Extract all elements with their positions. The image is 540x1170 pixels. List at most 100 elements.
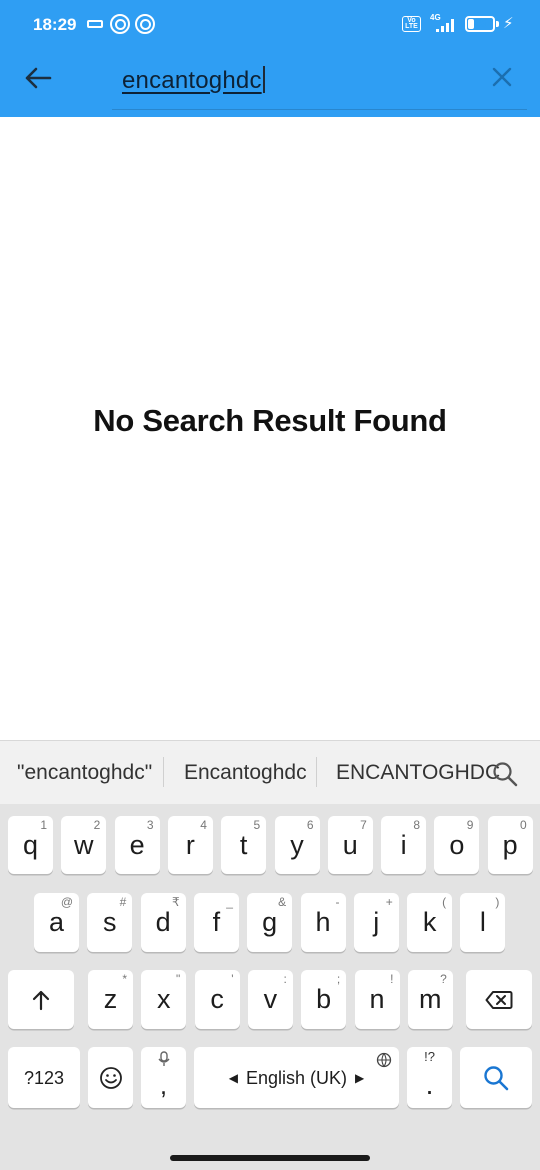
signal-strength-icon — [436, 19, 454, 32]
key-hint: ) — [495, 895, 500, 909]
key-hint: ₹ — [171, 895, 180, 909]
key-hint: ; — [336, 972, 341, 986]
key-j[interactable]: + j — [353, 893, 399, 952]
key-k[interactable]: (k — [407, 893, 453, 952]
language-right-arrow-icon: ▶ — [355, 1070, 365, 1085]
key-o[interactable]: 9o — [434, 816, 480, 874]
shift-key[interactable] — [8, 970, 74, 1029]
key-b[interactable]: ; b — [301, 970, 347, 1029]
key-label: s — [103, 907, 117, 937]
suggestion-divider — [163, 757, 164, 787]
key-i[interactable]: 8i — [381, 816, 427, 874]
key-label: j — [373, 907, 380, 937]
key-w[interactable]: 2w — [61, 816, 107, 874]
key-hint: _ — [226, 895, 233, 909]
key-hint: * — [122, 972, 127, 986]
keyboard-icon — [87, 20, 103, 28]
key-label: l — [479, 907, 486, 937]
key-label: i — [400, 829, 407, 860]
key-hint: ! — [390, 972, 394, 986]
charging-bolt-icon: ⚡ — [503, 15, 514, 32]
key-e[interactable]: 3e — [114, 816, 160, 874]
key-s[interactable]: # s — [87, 893, 133, 952]
period-key[interactable]: !? . — [407, 1047, 452, 1108]
search-icon — [484, 1065, 509, 1090]
key-label: b — [316, 984, 332, 1014]
search-header: 18:29 Vo LTE 4G 25 ⚡ encantoghdc — [0, 0, 540, 117]
close-icon — [492, 67, 512, 87]
key-h[interactable]: -h — [300, 893, 346, 952]
key-label: n — [369, 984, 385, 1014]
key-r[interactable]: 4r — [167, 816, 213, 874]
key-label: y — [290, 829, 304, 860]
key-a[interactable]: @ a — [34, 893, 79, 952]
shift-arrow-icon — [32, 990, 50, 1010]
key-hint: 6 — [306, 818, 314, 832]
key-v[interactable]: :v — [247, 970, 293, 1029]
key-y[interactable]: 6y — [274, 816, 320, 874]
key-q[interactable]: 1q — [8, 816, 53, 874]
gesture-navigation-bar[interactable] — [170, 1155, 370, 1161]
key-u[interactable]: 7u — [327, 816, 373, 874]
key-c[interactable]: ' c — [194, 970, 240, 1029]
suggestion-item[interactable]: ENCANTOGHDC — [336, 761, 500, 785]
clear-search-button[interactable] — [486, 61, 518, 93]
soft-keyboard: 1 q 2 w 3 e 4 r 5 t 6 y 7 u 8 i 9 o 0 p @ a # s ₹ d _ f & g - h + j(k) l * z… — [0, 804, 540, 1170]
key-g[interactable]: & g — [247, 893, 293, 952]
battery-level: 25 — [473, 18, 487, 30]
search-input[interactable]: encantoghdc — [112, 60, 527, 110]
suggestion-item[interactable]: Encantoghdc — [184, 761, 307, 785]
keyboard-search-button[interactable] — [490, 759, 520, 789]
key-d[interactable]: ₹ d — [140, 893, 186, 952]
key-label: x — [157, 984, 171, 1014]
key-t[interactable]: 5t — [221, 816, 267, 874]
key-n[interactable]: ! n — [354, 970, 400, 1029]
key-p[interactable]: 0p — [487, 816, 533, 874]
emoji-key[interactable] — [88, 1047, 133, 1108]
key-label: f — [212, 907, 221, 937]
key-hint: & — [278, 895, 287, 909]
key-hint: 7 — [360, 818, 367, 832]
key-label: d — [155, 907, 171, 937]
battery-icon: 25 — [465, 16, 495, 32]
key-l[interactable]: ) l — [460, 893, 506, 952]
screen: 18:29 Vo LTE 4G 25 ⚡ encantoghdc No Sear… — [0, 0, 540, 1170]
key-label: g — [262, 907, 278, 937]
globe-icon — [376, 1052, 392, 1068]
key-m[interactable]: ? m — [407, 970, 453, 1029]
key-label: u — [342, 829, 358, 860]
comma-key[interactable]: , — [141, 1047, 186, 1108]
key-hint: + — [385, 895, 393, 909]
symbols-key[interactable]: ?123 — [8, 1047, 80, 1108]
key-hint: - — [335, 895, 340, 909]
key-hint: ( — [442, 895, 447, 909]
back-button[interactable] — [18, 58, 58, 98]
suggestion-item[interactable]: "encantoghdc" — [17, 761, 152, 785]
battery-tip — [496, 21, 499, 27]
key-label: p — [502, 829, 518, 860]
key-f[interactable]: _ f — [193, 893, 239, 952]
key-hint: 5 — [253, 818, 261, 832]
key-hint: 1 — [40, 818, 47, 832]
keyboard-suggestion-bar: "encantoghdc" Encantoghdc ENCANTOGHDC — [0, 740, 540, 804]
key-label: c — [210, 984, 224, 1014]
key-z[interactable]: * z — [88, 970, 133, 1029]
backspace-key[interactable] — [466, 970, 532, 1029]
comma-key-label: , — [159, 1069, 168, 1100]
key-label: w — [74, 829, 94, 860]
search-action-key[interactable] — [460, 1047, 532, 1108]
key-hint: # — [119, 895, 127, 909]
space-key-label: English (UK) — [245, 1067, 348, 1088]
suggestion-divider — [316, 757, 317, 787]
period-key-hint: !? — [424, 1049, 435, 1064]
no-results-message: No Search Result Found — [93, 403, 447, 438]
key-hint: ' — [231, 972, 234, 986]
search-query-value: encantoghdc — [122, 67, 262, 94]
key-x[interactable]: " x — [141, 970, 187, 1029]
space-key[interactable]: ◀ English (UK) ▶ — [194, 1047, 399, 1108]
search-query-text[interactable]: encantoghdc — [122, 66, 265, 95]
key-label: h — [315, 907, 331, 937]
key-hint: " — [176, 972, 181, 986]
key-label: z — [103, 984, 118, 1014]
key-label: r — [185, 829, 195, 860]
